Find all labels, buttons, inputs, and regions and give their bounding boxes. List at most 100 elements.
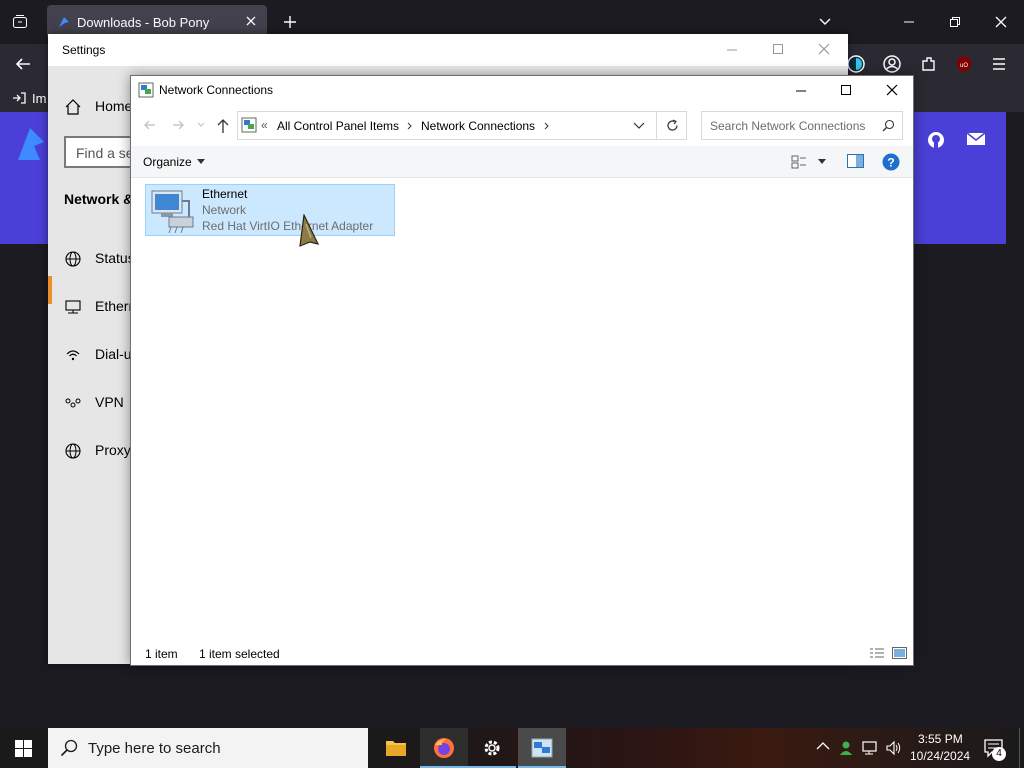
network-connections-window: Network Connections « All Control Panel …: [130, 75, 914, 666]
search-icon[interactable]: [882, 119, 895, 132]
people-icon[interactable]: [838, 739, 856, 757]
browser-minimize-icon[interactable]: [902, 16, 916, 28]
organize-label: Organize: [143, 155, 192, 169]
taskbar-search-placeholder: Type here to search: [88, 740, 221, 757]
connection-status: Network: [202, 203, 247, 217]
nav-label-proxy: Proxy: [95, 442, 131, 458]
bobpony-logo-icon: [14, 122, 50, 164]
command-bar: Organize ?: [131, 146, 913, 178]
forward-icon[interactable]: [171, 118, 185, 132]
breadcrumb-overflow-icon[interactable]: «: [261, 118, 268, 132]
hamburger-menu-icon[interactable]: [991, 56, 1007, 72]
settings-window-title: Settings: [62, 43, 106, 57]
home-label: Home: [95, 98, 133, 114]
browser-restore-icon[interactable]: [948, 15, 962, 29]
folder-icon: [385, 738, 407, 758]
import-icon[interactable]: [12, 91, 26, 105]
windows-taskbar: Type here to search 3:55 PM 10/24/2024 4: [0, 728, 1024, 768]
volume-icon[interactable]: [885, 739, 903, 757]
settings-maximize-icon[interactable]: [772, 43, 784, 55]
connection-name: Ethernet: [202, 187, 248, 201]
mouse-cursor-icon: [296, 214, 324, 248]
ethernet-connection-item[interactable]: Ethernet Network Red Hat VirtIO Ethernet…: [145, 184, 395, 236]
nav-label-vpn: VPN: [95, 394, 124, 410]
home-icon: [64, 98, 82, 116]
explorer-search-input[interactable]: Search Network Connections: [701, 111, 903, 140]
github-icon[interactable]: [926, 130, 946, 150]
ethernet-icon: [64, 298, 82, 316]
svg-text:uO: uO: [960, 63, 968, 69]
network-connections-app-icon: [138, 82, 154, 98]
settings-close-icon[interactable]: [818, 43, 830, 55]
view-options-dropdown-icon[interactable]: [818, 159, 826, 164]
tab-close-icon[interactable]: [245, 15, 257, 27]
extensions-puzzle-icon[interactable]: [920, 55, 938, 73]
details-view-icon[interactable]: [869, 647, 885, 659]
organize-dropdown-icon: [197, 159, 205, 164]
settings-titlebar: Settings: [48, 34, 848, 66]
back-icon[interactable]: [143, 118, 157, 132]
clock-time[interactable]: 3:55 PM: [918, 732, 963, 746]
bobpony-favicon-icon: [57, 15, 71, 29]
address-bar[interactable]: « All Control Panel Items Network Connec…: [237, 111, 687, 140]
account-icon[interactable]: [882, 54, 902, 74]
import-bookmarks-link[interactable]: Im: [32, 91, 46, 106]
firefox-icon: [433, 737, 455, 759]
active-indicator: [48, 276, 52, 304]
taskbar-network-connections[interactable]: [518, 728, 566, 768]
breadcrumb-separator-icon[interactable]: [407, 122, 413, 130]
settings-search-placeholder: Find a se: [76, 145, 134, 161]
notification-badge: 4: [992, 747, 1006, 761]
explorer-maximize-icon[interactable]: [840, 84, 852, 96]
network-tray-icon[interactable]: [862, 739, 880, 757]
taskbar-file-explorer[interactable]: [372, 728, 420, 768]
large-icons-view-icon[interactable]: [892, 647, 907, 659]
control-panel-taskbar-icon: [531, 738, 553, 758]
start-windows-icon[interactable]: [15, 740, 32, 757]
recent-locations-chevron-icon[interactable]: [197, 121, 205, 129]
explorer-minimize-icon[interactable]: [795, 85, 807, 97]
change-view-icon[interactable]: [791, 154, 807, 170]
item-count: 1 item: [145, 647, 178, 661]
organize-menu-button[interactable]: Organize: [143, 155, 205, 169]
up-arrow-icon[interactable]: [216, 118, 230, 134]
breadcrumb-separator-icon[interactable]: [544, 122, 550, 130]
taskbar-search-icon: [60, 739, 78, 757]
settings-minimize-icon[interactable]: [726, 44, 738, 56]
mail-icon[interactable]: [966, 131, 986, 147]
taskbar-settings[interactable]: [468, 728, 516, 768]
preview-pane-icon[interactable]: [847, 154, 864, 168]
explorer-search-placeholder: Search Network Connections: [710, 119, 866, 133]
new-tab-icon[interactable]: [282, 14, 298, 30]
back-arrow-icon[interactable]: [14, 56, 32, 72]
nav-label-status: Status: [95, 250, 135, 266]
refresh-icon[interactable]: [666, 119, 679, 132]
connection-device: Red Hat VirtIO Ethernet Adapter: [202, 219, 374, 233]
explorer-titlebar: Network Connections: [131, 76, 913, 106]
control-panel-icon: [241, 117, 257, 133]
globe-status-icon: [64, 250, 82, 268]
show-hidden-icons-chevron[interactable]: [816, 741, 830, 751]
gear-icon: [482, 738, 502, 758]
clock-date[interactable]: 10/24/2024: [910, 749, 970, 763]
show-desktop-button[interactable]: [1019, 728, 1024, 768]
address-dropdown-icon[interactable]: [633, 122, 645, 130]
svg-text:?: ?: [887, 156, 894, 170]
explorer-close-icon[interactable]: [886, 84, 898, 96]
ublock-origin-icon[interactable]: uO: [955, 55, 973, 73]
taskbar-search-box[interactable]: Type here to search: [48, 728, 368, 768]
address-divider: [656, 112, 657, 139]
breadcrumb-item-control-panel[interactable]: All Control Panel Items: [277, 119, 399, 133]
help-icon[interactable]: ?: [882, 153, 900, 171]
globe-icon: [64, 442, 82, 460]
browser-close-icon[interactable]: [994, 15, 1008, 29]
tab-list-icon[interactable]: [12, 14, 28, 30]
chevron-down-icon[interactable]: [818, 15, 832, 29]
nav-label-dialup: Dial-u: [95, 346, 132, 362]
vpn-icon: [64, 394, 82, 412]
explorer-window-title: Network Connections: [159, 83, 274, 97]
settings-section-title: Network &: [64, 191, 134, 207]
taskbar-firefox[interactable]: [420, 728, 468, 768]
breadcrumb-item-network-connections[interactable]: Network Connections: [421, 119, 535, 133]
extension-circle-icon[interactable]: [846, 54, 866, 74]
